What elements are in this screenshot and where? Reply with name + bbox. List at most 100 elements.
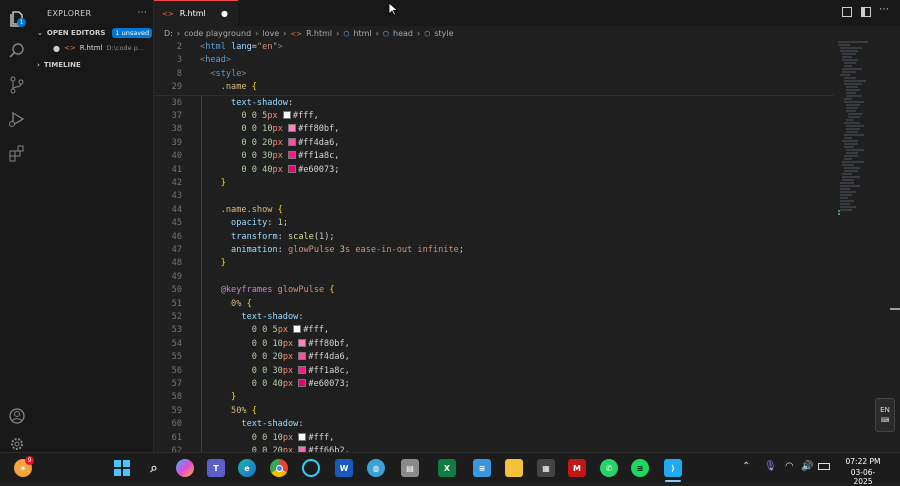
color-swatch-icon[interactable]: [298, 352, 307, 361]
mcafee-icon[interactable]: M: [568, 459, 586, 477]
explorer-icon[interactable]: [4, 6, 29, 31]
code-line[interactable]: 36 text-shadow:: [154, 97, 834, 110]
code-line[interactable]: 38 0 0 10px #ff80bf,: [154, 123, 834, 136]
code-line[interactable]: 42 }: [154, 177, 834, 190]
line-number: 8: [176, 68, 182, 79]
more-actions-icon[interactable]: ···: [138, 8, 147, 18]
color-swatch-icon[interactable]: [298, 379, 307, 387]
toggle-panel-icon[interactable]: [861, 7, 871, 17]
line-code: opacity: 1;: [200, 217, 288, 230]
search-icon[interactable]: [4, 38, 29, 63]
chevron-right-icon: ›: [416, 29, 421, 38]
input-language-indicator[interactable]: EN ⌨: [875, 398, 895, 432]
taskbar-search-icon[interactable]: ⌕: [145, 459, 163, 477]
code-line[interactable]: 39 0 0 20px #ff4da6,: [154, 137, 834, 150]
code-line[interactable]: 3 <head>: [154, 54, 834, 67]
wifi-icon[interactable]: ◠: [785, 461, 794, 472]
split-editor-icon[interactable]: [842, 7, 852, 17]
excel-icon[interactable]: X: [438, 459, 456, 477]
whatsapp-icon[interactable]: ✆: [600, 459, 618, 477]
code-line[interactable]: 37 0 0 5px #fff,: [154, 110, 834, 123]
code-line[interactable]: 53 0 0 5px #fff,: [154, 324, 834, 337]
windows-taskbar: ☀ 9 ⌕ T e W ◍ ▤ X ≡ ▦ M ✆ ≋ ⟩ ⌃ 🎙 ◠ 🔊 07…: [0, 452, 900, 486]
breadcrumb-item[interactable]: R.html: [306, 29, 332, 38]
breadcrumb-item[interactable]: style: [434, 29, 453, 38]
vscode-taskbar-icon[interactable]: ⟩: [664, 459, 682, 477]
code-line[interactable]: 40 0 0 30px #ff1a8c,: [154, 150, 834, 163]
code-line[interactable]: 59 50% {: [154, 405, 834, 418]
breadcrumb-item[interactable]: head: [393, 29, 413, 38]
teams-icon[interactable]: T: [207, 459, 225, 477]
code-line[interactable]: 43: [154, 190, 834, 203]
code-line[interactable]: 51 0% {: [154, 298, 834, 311]
scrollbar-indicator[interactable]: [890, 308, 900, 310]
code-line[interactable]: 8 <style>: [154, 68, 834, 81]
color-swatch-icon[interactable]: [298, 365, 307, 374]
extensions-icon[interactable]: [4, 140, 29, 165]
more-actions-icon[interactable]: ⋯: [879, 4, 889, 15]
open-editor-item[interactable]: ● <> R.html D:\code p...: [33, 40, 153, 56]
copilot-icon[interactable]: [176, 459, 194, 477]
code-line[interactable]: 47 animation: glowPulse 3s ease-in-out i…: [154, 244, 834, 257]
color-swatch-icon[interactable]: [293, 325, 302, 334]
line-number: 37: [171, 111, 182, 121]
code-line[interactable]: 50 @keyframes glowPulse {: [154, 284, 834, 297]
volume-icon[interactable]: 🔊: [801, 461, 813, 472]
notepad-icon[interactable]: ≡: [473, 459, 491, 477]
code-line[interactable]: 58 }: [154, 391, 834, 404]
code-line[interactable]: 60 text-shadow:: [154, 418, 834, 431]
microphone-icon[interactable]: 🎙: [764, 461, 777, 472]
color-swatch-icon[interactable]: [288, 151, 297, 160]
color-swatch-icon[interactable]: [298, 338, 307, 347]
code-line[interactable]: 52 text-shadow:: [154, 311, 834, 324]
code-editor[interactable]: 2 <html lang="en"> 3 <head> 8 <style> 29 .nam…: [154, 41, 890, 452]
code-line[interactable]: 54 0 0 10px #ff80bf,: [154, 338, 834, 351]
code-line[interactable]: 44 .name.show {: [154, 204, 834, 217]
code-line[interactable]: 41 0 0 40px #e60073;: [154, 164, 834, 177]
code-line[interactable]: 49: [154, 271, 834, 284]
timeline-section[interactable]: › TIMELINE: [33, 58, 153, 72]
chevron-right-icon: ›: [37, 61, 40, 69]
battery-icon[interactable]: [818, 463, 830, 470]
printer-icon[interactable]: ▤: [401, 459, 419, 477]
line-number: 40: [171, 151, 182, 162]
account-icon[interactable]: [4, 403, 29, 428]
calculator-icon[interactable]: ▦: [537, 459, 555, 477]
cortana-icon[interactable]: [302, 459, 320, 477]
breadcrumb-item[interactable]: love: [262, 29, 279, 38]
open-editors-section[interactable]: ⌄ OPEN EDITORS 1 unsaved: [33, 26, 153, 40]
edge-icon[interactable]: e: [238, 459, 256, 477]
minimap[interactable]: [834, 38, 882, 218]
color-swatch-icon[interactable]: [298, 432, 307, 441]
code-line[interactable]: 29 .name {: [154, 81, 834, 94]
color-swatch-icon[interactable]: [288, 164, 297, 173]
code-line[interactable]: 45 opacity: 1;: [154, 217, 834, 230]
run-debug-icon[interactable]: [4, 106, 29, 131]
breadcrumb-item[interactable]: html: [353, 29, 371, 38]
color-swatch-icon[interactable]: [282, 111, 291, 119]
code-line[interactable]: 46 transform: scale(1);: [154, 231, 834, 244]
start-icon[interactable]: [113, 459, 131, 477]
color-swatch-icon[interactable]: [288, 124, 297, 133]
code-line[interactable]: 57 0 0 40px #e60073;: [154, 378, 834, 391]
breadcrumb-item[interactable]: D:: [164, 29, 173, 38]
code-line[interactable]: 2 <html lang="en">: [154, 41, 834, 54]
code-line[interactable]: 56 0 0 30px #ff1a8c,: [154, 365, 834, 378]
code-line[interactable]: 61 0 0 10px #fff,: [154, 432, 834, 445]
tab-r-html[interactable]: <> R.html ●: [154, 0, 238, 26]
word-icon[interactable]: W: [335, 459, 353, 477]
color-swatch-icon[interactable]: [288, 137, 297, 146]
source-control-icon[interactable]: [4, 72, 29, 97]
file-explorer-icon[interactable]: [505, 459, 523, 477]
chevron-right-icon: ›: [283, 29, 287, 38]
code-line[interactable]: 62 0 0 20px #ff66b2,: [154, 445, 834, 452]
chrome-icon[interactable]: [270, 459, 288, 477]
code-line[interactable]: 55 0 0 20px #ff4da6,: [154, 351, 834, 364]
chevron-up-icon[interactable]: ⌃: [742, 461, 750, 472]
spotify-icon[interactable]: ≋: [631, 459, 649, 477]
unsaved-dot-icon[interactable]: ●: [221, 9, 228, 18]
code-line[interactable]: 48 }: [154, 257, 834, 270]
gear-icon[interactable]: [4, 436, 29, 452]
globe-icon[interactable]: ◍: [367, 459, 385, 477]
breadcrumb-item[interactable]: code playground: [184, 29, 251, 38]
